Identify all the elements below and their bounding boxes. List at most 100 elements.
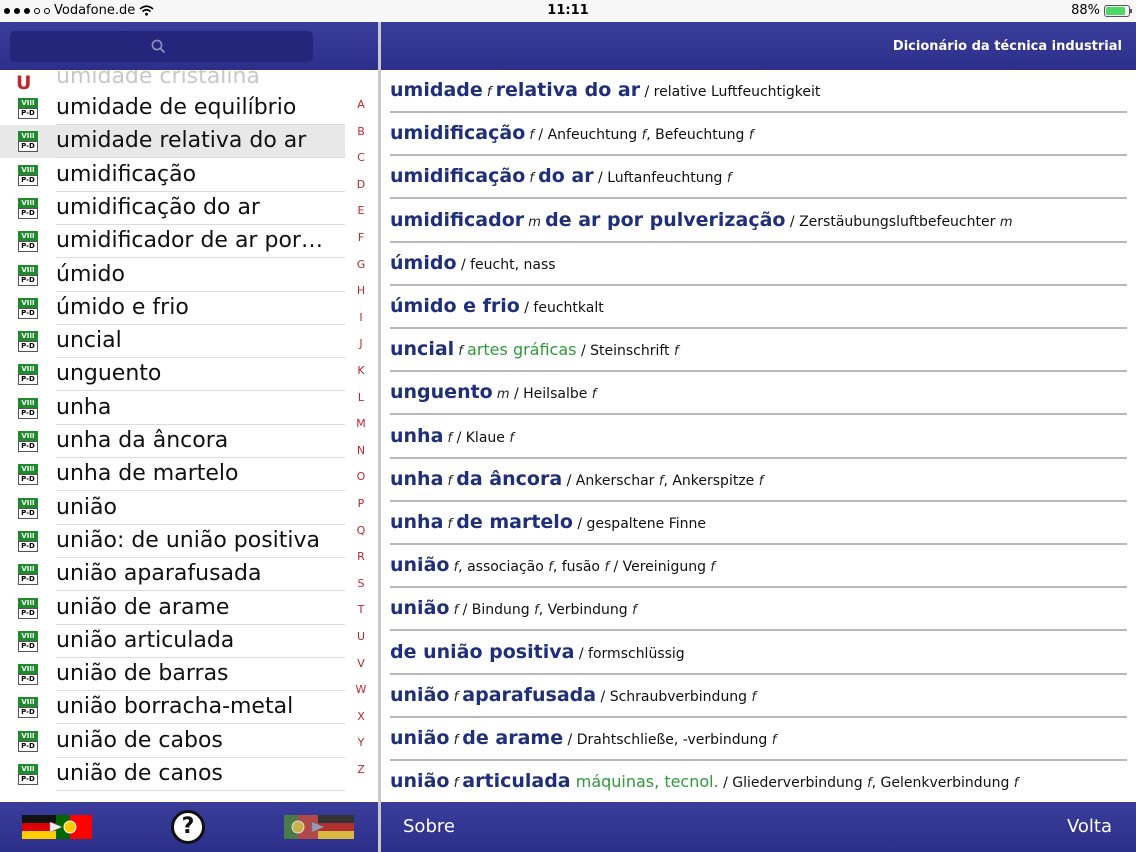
entry-text: união f aparafusada / Schraubverbindung …	[390, 684, 756, 706]
list-item[interactable]: VIII P-D úmido e frio	[0, 292, 345, 325]
index-letter-g[interactable]: G	[346, 258, 376, 271]
index-letter-y[interactable]: Y	[346, 736, 376, 749]
page-title: Dicionário da técnica industrial	[892, 39, 1122, 54]
dictionary-entry[interactable]: unha f / Klaue f	[390, 416, 1127, 459]
index-letter-h[interactable]: H	[346, 284, 376, 297]
list-item[interactable]: VIII P-D união de arame	[0, 592, 345, 625]
list-item[interactable]: VIII P-D unha da âncora	[0, 425, 345, 458]
dictionary-entry[interactable]: umidade f relativa do ar / relative Luft…	[390, 70, 1127, 113]
index-letter-j[interactable]: J	[346, 337, 376, 350]
gender-marker: m	[524, 214, 546, 230]
dictionary-entry[interactable]: umidificador m de ar por pulverização / …	[390, 200, 1127, 243]
entry-panel: Dicionário da técnica industrial umidade…	[381, 22, 1136, 852]
list-item-partial[interactable]: umidade cristalina	[56, 70, 260, 89]
index-letter-n[interactable]: N	[346, 444, 376, 457]
index-letter-z[interactable]: Z	[346, 763, 376, 776]
list-item[interactable]: VIII P-D união de cabos	[0, 725, 345, 758]
about-button[interactable]: Sobre	[403, 816, 455, 837]
dictionary-entry[interactable]: união f / Bindung f, Verbindung f	[390, 588, 1127, 632]
list-item[interactable]: VIII P-D união de canos	[0, 758, 345, 791]
index-letter-c[interactable]: C	[346, 151, 376, 164]
list-item-label: união de arame	[56, 594, 230, 620]
dictionary-entry[interactable]: unha f de martelo / gespaltene Finne	[390, 502, 1127, 545]
gender-marker: m	[492, 387, 510, 403]
dictionary-entry[interactable]: unguento m / Heilsalbe f	[390, 372, 1127, 416]
list-item[interactable]: VIII P-D união aparafusada	[0, 558, 345, 592]
index-letter-w[interactable]: W	[346, 683, 376, 696]
list-item[interactable]: VIII P-D umidade de equilíbrio	[0, 92, 345, 125]
index-letter-l[interactable]: L	[346, 391, 376, 404]
index-letter-x[interactable]: X	[346, 710, 376, 723]
list-item[interactable]: VIII P-D uncial	[0, 325, 345, 359]
badge-top: VIII	[18, 630, 38, 641]
gender-marker: f	[748, 128, 754, 144]
german-to-portuguese-button[interactable]	[22, 813, 92, 841]
translation: / Steinschrift	[576, 343, 675, 360]
index-letter-s[interactable]: S	[346, 577, 376, 590]
badge-top: VIII	[18, 697, 38, 708]
entry-list[interactable]: umidade f relativa do ar / relative Luft…	[390, 70, 1127, 802]
dictionary-entry[interactable]: união f, associação f, fusão f / Vereini…	[390, 545, 1127, 589]
index-letter-t[interactable]: T	[346, 603, 376, 616]
index-letter-o[interactable]: O	[346, 470, 376, 483]
index-letter-f[interactable]: F	[346, 231, 376, 244]
back-button[interactable]: Volta	[1067, 816, 1112, 837]
help-button[interactable]: ?	[171, 810, 205, 844]
list-item[interactable]: VIII P-D união	[0, 492, 345, 525]
index-letter-k[interactable]: K	[346, 364, 376, 377]
word-list[interactable]: umidade cristalina U VIII P-D umidade de e…	[0, 70, 345, 802]
battery-icon	[1104, 4, 1132, 17]
list-item[interactable]: VIII P-D unha de martelo	[0, 458, 345, 492]
badge-top: VIII	[18, 764, 38, 774]
dictionary-entry[interactable]: unha f da âncora / Ankerschar f, Ankersp…	[390, 459, 1127, 502]
list-item[interactable]: VIII P-D umidificador de ar por…	[0, 225, 345, 259]
gender-marker: f	[1013, 776, 1019, 792]
headword: unha	[390, 424, 444, 447]
index-letter-m[interactable]: M	[346, 417, 376, 430]
list-item[interactable]: VIII P-D umidade relativa do ar	[0, 125, 345, 159]
badge-top: VIII	[18, 564, 38, 575]
list-item[interactable]: VIII P-D umidificação do ar	[0, 192, 345, 225]
translation: , associação	[458, 559, 549, 576]
badge-bottom: P-D	[18, 374, 38, 386]
dictionary-entry[interactable]: união f articulada máquinas, tecnol. / G…	[390, 761, 1127, 802]
list-item[interactable]: VIII P-D úmido	[0, 259, 345, 292]
dictionary-entry[interactable]: úmido e frio / feuchtkalt	[390, 286, 1127, 329]
search-input[interactable]	[10, 31, 313, 62]
dictionary-entry[interactable]: união f aparafusada / Schraubverbindung …	[390, 675, 1127, 718]
dictionary-entry[interactable]: união f de arame / Drahtschließe, -verbi…	[390, 718, 1127, 761]
dictionary-entry[interactable]: umidificação f do ar / Luftanfeuchtung f	[390, 156, 1127, 200]
dictionary-entry[interactable]: umidificação f / Anfeuchtung f, Befeucht…	[390, 113, 1127, 157]
dictionary-badge-icon: VIII P-D	[18, 697, 38, 719]
list-item[interactable]: VIII P-D unha	[0, 392, 345, 425]
badge-top: VIII	[18, 364, 38, 375]
list-item[interactable]: VIII P-D união borracha-metal	[0, 691, 345, 725]
headword: relativa do ar	[495, 79, 641, 101]
badge-top: VIII	[18, 464, 38, 475]
index-letter-d[interactable]: D	[346, 178, 376, 191]
badge-bottom: P-D	[18, 507, 38, 519]
index-letter-p[interactable]: P	[346, 497, 376, 510]
index-letter-v[interactable]: V	[346, 657, 376, 670]
list-item[interactable]: VIII P-D união de barras	[0, 658, 345, 692]
index-letter-u[interactable]: U	[346, 630, 376, 643]
index-letter-q[interactable]: Q	[346, 524, 376, 537]
list-item[interactable]: VIII P-D união: de união positiva	[0, 525, 345, 558]
translation: / Vereinigung	[609, 559, 711, 576]
index-letter-i[interactable]: I	[346, 311, 376, 324]
dictionary-badge-icon: VIII P-D	[18, 331, 38, 353]
domain-label: máquinas, tecnol.	[570, 772, 719, 792]
index-letter-e[interactable]: E	[346, 204, 376, 217]
list-item[interactable]: VIII P-D união articulada	[0, 625, 345, 658]
index-letter-r[interactable]: R	[346, 550, 376, 563]
list-item[interactable]: VIII P-D unguento	[0, 358, 345, 392]
headword: de união positiva	[390, 640, 575, 663]
entry-text: de união positiva / formschlüssig	[390, 641, 685, 663]
dictionary-entry[interactable]: uncial f artes gráficas / Steinschrift f	[390, 329, 1127, 373]
index-letter-b[interactable]: B	[346, 125, 376, 138]
dictionary-entry[interactable]: úmido / feucht, nass	[390, 243, 1127, 286]
index-letter-a[interactable]: A	[346, 98, 376, 111]
portuguese-to-german-button[interactable]	[284, 813, 354, 841]
dictionary-entry[interactable]: de união positiva / formschlüssig	[390, 632, 1127, 675]
list-item[interactable]: VIII P-D umidificação	[0, 159, 345, 192]
